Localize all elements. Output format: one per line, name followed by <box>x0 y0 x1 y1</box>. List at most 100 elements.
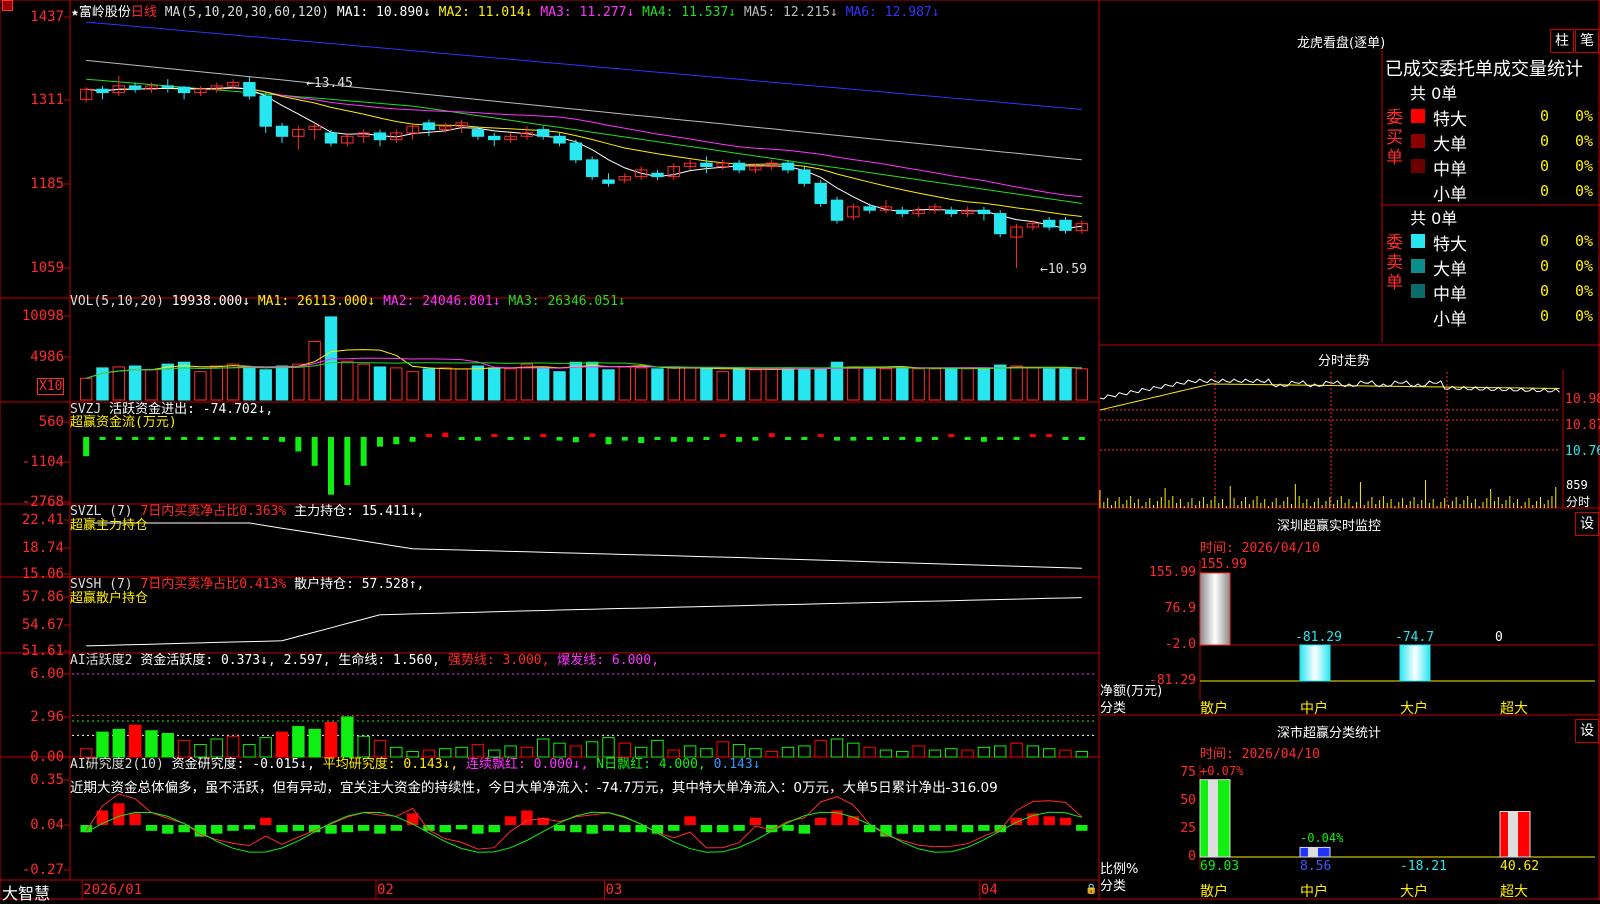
intraday-vol: 859 <box>1566 478 1588 492</box>
intraday-title: 分时走势 <box>1318 354 1371 369</box>
high-price-label: ←13.45 <box>306 76 353 91</box>
y-axis-label: -0.27 <box>21 862 64 878</box>
volume-bar <box>634 367 648 401</box>
fund-flow-bar <box>181 437 188 440</box>
vol-title: VOL(5,10,20) <box>70 294 164 309</box>
stock-name[interactable]: 富岭股份 <box>79 5 131 20</box>
fund-flow-bar <box>458 437 465 440</box>
research-bar <box>700 825 713 833</box>
sz-y-label: -81.29 <box>1149 673 1196 688</box>
research-bar <box>292 825 305 831</box>
svzj-subtitle: 超赢资金流(万元) <box>70 415 177 430</box>
intraday-price-line <box>1099 378 1560 400</box>
fund-flow-bar <box>621 437 628 441</box>
fund-flow-bar <box>164 437 171 440</box>
month-label: 04 <box>980 882 998 898</box>
fund-flow-bar <box>491 434 498 437</box>
order-count: 0 <box>1540 282 1550 300</box>
sc-bar-highlight <box>1208 779 1218 857</box>
y-axis-label: 560 <box>38 414 64 430</box>
yj-value: 资金研究度: -0.015↓, <box>171 757 315 772</box>
favorite-star[interactable]: ★ <box>71 5 79 20</box>
candle-body <box>259 95 272 127</box>
volume-bar <box>390 367 403 401</box>
sc-title: 深市超赢分类统计 <box>1277 726 1382 741</box>
sz-bar-value: -74.7 <box>1395 630 1435 645</box>
fund-flow-bar <box>409 437 416 442</box>
volume-bar <box>585 361 599 401</box>
candle-body <box>863 206 876 211</box>
research-bar <box>684 816 696 825</box>
sz-bar-value: 155.99 <box>1200 557 1247 572</box>
activity-bar <box>324 721 338 758</box>
bar-mode-button[interactable]: 柱 <box>1550 29 1574 53</box>
order-pct: 0% <box>1575 132 1594 150</box>
ma5-line <box>86 59 1082 161</box>
volume-bar <box>977 368 991 401</box>
ma6-line <box>86 21 1082 110</box>
research-bar <box>602 825 615 831</box>
candle-body <box>585 159 599 178</box>
vol-ma-label: MA3: 26346.051↓ <box>500 294 626 309</box>
tick-mode-button[interactable]: 笔 <box>1575 29 1599 53</box>
research-bar <box>211 825 223 834</box>
lhb-header: 已成交委托单成交量统计 <box>1385 59 1583 80</box>
volume-bar <box>683 367 697 401</box>
y-axis-label: 2.96 <box>30 709 64 725</box>
volume-bar <box>406 371 419 401</box>
fund-flow-bar <box>344 437 351 486</box>
ai-strongline: 强势线: 3.000, <box>447 653 550 668</box>
y-axis-label: 1311 <box>30 92 64 108</box>
research-bar <box>243 825 256 830</box>
sz-bar <box>1299 644 1331 682</box>
fund-flow-bar <box>99 437 106 440</box>
research-bar <box>912 825 925 833</box>
candle-body <box>1042 219 1056 228</box>
intraday-y-label: 10.76 <box>1565 444 1600 459</box>
y-axis-label: 18.74 <box>21 540 64 556</box>
fund-flow-bar <box>83 437 90 457</box>
fund-flow-bar <box>132 437 139 440</box>
fund-flow-bar <box>474 437 481 441</box>
fund-flow-bar <box>703 437 710 440</box>
period-label[interactable]: 日线 <box>131 5 157 20</box>
fund-flow-bar <box>785 437 792 440</box>
y-axis-label: 0.04 <box>30 817 64 833</box>
sc-settings-button[interactable]: 设 <box>1575 719 1599 743</box>
order-pct: 0% <box>1575 107 1594 125</box>
order-side-label: 委买单 <box>1386 108 1403 168</box>
svsh-value: 散户持仓: 57.528↑, <box>294 577 425 592</box>
low-price-label: ←10.59 <box>1040 262 1087 277</box>
sz-category: 大户 <box>1400 701 1428 717</box>
volume-bar <box>520 363 534 401</box>
candle-body <box>128 85 142 90</box>
y-axis-label: 51.61 <box>21 643 64 659</box>
candle-body <box>896 209 909 215</box>
app-logo[interactable]: 大智慧 <box>2 880 50 904</box>
color-swatch <box>1411 259 1425 273</box>
y-axis-label: 4986 <box>30 349 64 365</box>
order-count: 0 <box>1540 107 1550 125</box>
volume-bar <box>439 367 452 401</box>
color-swatch <box>1411 309 1425 323</box>
research-bar <box>325 825 337 834</box>
lock-icon[interactable]: 🔒 <box>1085 884 1097 895</box>
retail-line <box>86 597 1082 647</box>
yj-avg: 平均研究度: 0.143↓, <box>322 757 459 772</box>
color-swatch <box>1411 109 1425 123</box>
svsh-ratio: 7日内买卖净占比0.413% <box>140 577 287 592</box>
ma-label: MA6: 12.987↓ <box>837 5 940 20</box>
activity-bar <box>945 748 958 758</box>
volume-bar <box>422 368 436 401</box>
sz-bar-value: -81.29 <box>1295 630 1342 645</box>
yj-nday: N日飘红: 4.000, <box>596 757 706 772</box>
volume-bar <box>814 368 827 401</box>
candle-body <box>700 162 713 168</box>
sc-category: 大户 <box>1400 884 1428 900</box>
sz-settings-button[interactable]: 设 <box>1575 512 1599 536</box>
candle-body <box>814 182 827 204</box>
candle-body <box>602 179 615 184</box>
sz-category: 散户 <box>1200 701 1228 717</box>
month-label: 03 <box>605 882 623 898</box>
research-bar <box>553 825 566 831</box>
